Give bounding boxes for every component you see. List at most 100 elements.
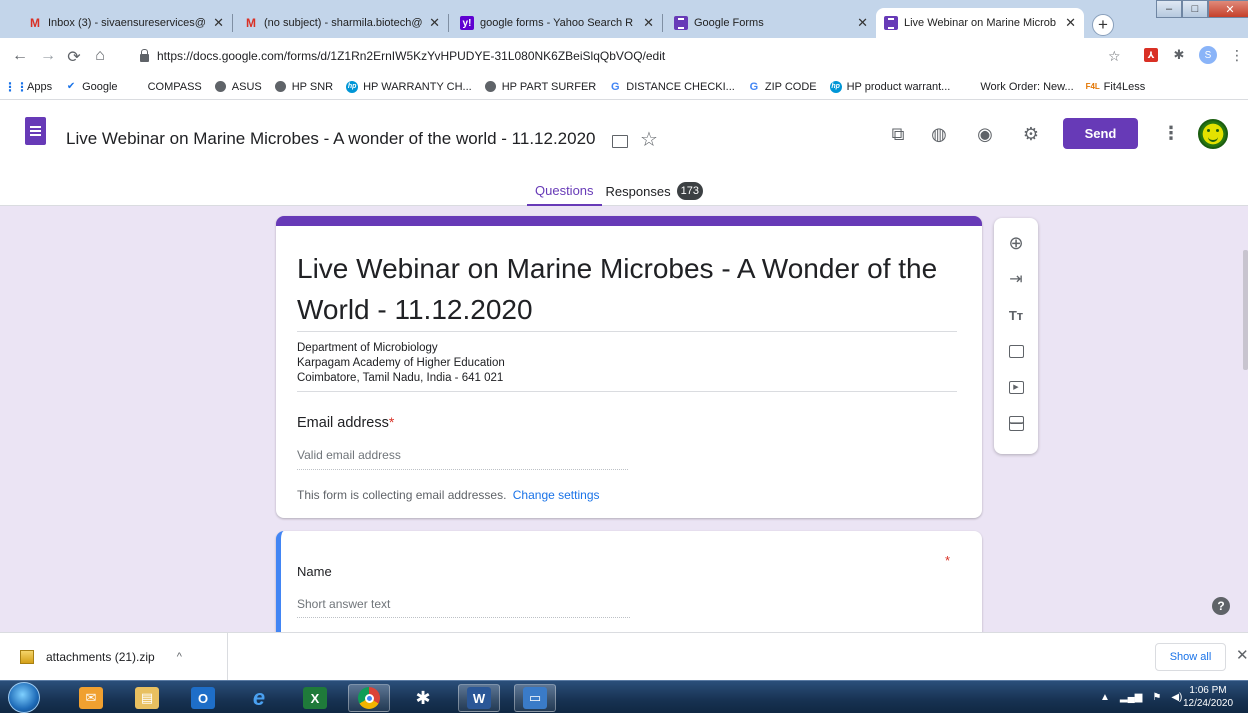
tab-inbox[interactable]: M Inbox (3) - sivaensureservices@ ✕ (20, 8, 232, 38)
folder-icon[interactable] (612, 135, 628, 148)
bookmark-work-order[interactable]: Work Order: New... (963, 81, 1073, 93)
form-heading[interactable]: Live Webinar on Marine Microbes - A Wond… (297, 248, 957, 330)
bookmark-hp-part-surfer[interactable]: HP PART SURFER (485, 81, 596, 93)
taskbar-paint[interactable]: ▭ (514, 684, 556, 712)
tab-responses[interactable]: Responses 173 (606, 182, 703, 200)
taskbar-bluetooth[interactable]: ✱ (402, 684, 444, 712)
scrollbar[interactable] (1243, 250, 1248, 370)
bookmark-distance-checker[interactable]: G DISTANCE CHECKI... (609, 81, 735, 93)
help-icon[interactable]: ? (1212, 597, 1230, 615)
change-settings-link[interactable]: Change settings (513, 488, 600, 502)
forward-button[interactable]: → (38, 47, 58, 65)
close-icon[interactable]: ✕ (1236, 646, 1248, 664)
check-icon: ✔ (66, 81, 76, 92)
bookmark-hp-warranty[interactable]: hp HP WARRANTY CH... (346, 80, 472, 93)
more-vert-icon[interactable]: ⋮ (1162, 123, 1180, 144)
tab-live-webinar[interactable]: Live Webinar on Marine Microb ✕ (876, 8, 1084, 38)
reload-button[interactable]: ⟳ (64, 47, 84, 67)
bookmark-hp-snr[interactable]: HP SNR (275, 81, 333, 93)
question-title[interactable]: Name (297, 564, 332, 579)
collecting-note-text: This form is collecting email addresses. (297, 488, 507, 502)
taskbar-word[interactable]: W (458, 684, 500, 712)
start-button[interactable] (8, 682, 40, 713)
outlook-icon: ✉ (79, 687, 103, 709)
tab-title: Inbox (3) - sivaensureservices@ (48, 17, 206, 29)
account-avatar[interactable] (1198, 119, 1228, 149)
tab-yahoo-search[interactable]: y! google forms - Yahoo Search R ✕ (452, 8, 662, 38)
extensions-puzzle-icon[interactable]: ✱ (1172, 47, 1186, 62)
new-tab-button[interactable]: + (1092, 14, 1114, 36)
hp-icon: hp (829, 80, 842, 93)
chevron-up-icon[interactable]: ^ (177, 651, 182, 663)
close-icon[interactable]: ✕ (643, 15, 654, 31)
home-button[interactable]: ⌂ (90, 47, 110, 65)
tab-google-forms[interactable]: Google Forms ✕ (666, 8, 876, 38)
profile-avatar[interactable]: S (1199, 46, 1217, 64)
settings-gear-icon[interactable]: ⚙ (1020, 123, 1042, 145)
tab-no-subject[interactable]: M (no subject) - sharmila.biotech@ ✕ (236, 8, 448, 38)
taskbar-excel[interactable]: X (294, 684, 336, 712)
bookmark-star-icon[interactable]: ☆ (1108, 48, 1121, 65)
url-text: https://docs.google.com/forms/d/1Z1Rn2Er… (157, 49, 666, 63)
url-field[interactable]: https://docs.google.com/forms/d/1Z1Rn2Er… (140, 44, 1135, 68)
taskbar-outlook[interactable]: ✉ (70, 684, 112, 712)
bookmark-fit4less[interactable]: F4L Fit4Less (1086, 81, 1146, 93)
show-all-button[interactable]: Show all (1155, 643, 1226, 671)
browser-menu-icon[interactable]: ⋮ (1230, 47, 1244, 63)
back-button[interactable]: ← (10, 47, 30, 65)
tab-separator (448, 14, 449, 32)
tab-questions[interactable]: Questions (527, 177, 602, 207)
add-video-icon[interactable]: ▶ (1005, 376, 1027, 398)
add-title-icon[interactable]: Tт (1005, 304, 1027, 326)
bookmark-hp-product-warranty[interactable]: hp HP product warrant... (829, 80, 950, 93)
show-hidden-icons[interactable]: ▲ (1100, 692, 1110, 703)
add-question-icon[interactable]: ⊕ (1005, 232, 1027, 254)
taskbar-ie[interactable]: e (238, 684, 280, 712)
bookmark-zip-code[interactable]: G ZIP CODE (748, 81, 817, 93)
forms-icon (674, 16, 688, 30)
add-image-icon[interactable] (1005, 340, 1027, 362)
preview-eye-icon[interactable]: ◉ (974, 123, 996, 145)
maximize-button[interactable]: □ (1182, 0, 1208, 18)
addons-puzzle-icon[interactable]: ⧉ (887, 123, 909, 145)
email-field[interactable]: Valid email address (297, 448, 401, 462)
pdf-extension-icon[interactable]: ⅄ (1144, 48, 1158, 62)
taskbar-chrome[interactable] (348, 684, 390, 712)
taskbar-clock[interactable]: 1:06 PM 12/24/2020 (1180, 684, 1236, 710)
close-window-button[interactable]: ✕ (1208, 0, 1248, 18)
taskbar-explorer[interactable]: ▤ (126, 684, 168, 712)
close-icon[interactable]: ✕ (1065, 15, 1076, 31)
form-title-card[interactable]: Live Webinar on Marine Microbes - A Wond… (276, 216, 982, 518)
minimize-button[interactable]: – (1156, 0, 1182, 18)
responses-count-badge: 173 (676, 182, 703, 200)
bookmark-apps[interactable]: ⋮⋮ Apps (4, 80, 52, 94)
required-asterisk: * (945, 553, 951, 568)
bookmark-google[interactable]: ✔ Google (65, 81, 118, 93)
form-description[interactable]: Department of Microbiology Karpagam Acad… (297, 341, 505, 386)
document-title[interactable]: Live Webinar on Marine Microbes - A wond… (66, 129, 596, 149)
window-controls: – □ ✕ (1156, 0, 1248, 20)
send-button[interactable]: Send (1063, 118, 1138, 149)
action-center-flag-icon[interactable]: ⚑ (1152, 692, 1161, 703)
question-card-name[interactable]: Name * Short answer text (276, 531, 982, 632)
bookmark-compass[interactable]: COMPASS (131, 81, 202, 93)
windows-taskbar: ✉ ▤ O e X ✱ W ▭ ▲ ▂▄▆ ⚑ ◀) 1:06 PM 12/24… (0, 680, 1248, 713)
download-item[interactable]: attachments (21).zip ^ (0, 633, 228, 680)
bookmark-asus[interactable]: ASUS (215, 81, 262, 93)
signal-icon[interactable]: ▂▄▆ (1120, 692, 1142, 703)
import-questions-icon[interactable]: ⇥ (1005, 268, 1027, 290)
tab-responses-label: Responses (605, 183, 671, 199)
close-icon[interactable]: ✕ (213, 15, 224, 31)
forms-header: Live Webinar on Marine Microbes - A wond… (0, 101, 1248, 207)
palette-icon[interactable]: ◍ (928, 123, 950, 145)
paint-icon: ▭ (523, 687, 547, 709)
google-forms-logo-icon[interactable] (25, 117, 46, 145)
taskbar-outlook-2[interactable]: O (182, 684, 224, 712)
close-icon[interactable]: ✕ (857, 15, 868, 31)
add-section-icon[interactable] (1005, 412, 1027, 434)
divider (297, 331, 957, 332)
globe-icon (485, 81, 497, 92)
star-icon[interactable]: ☆ (640, 127, 658, 152)
close-icon[interactable]: ✕ (429, 15, 440, 31)
description-line: Department of Microbiology (297, 342, 438, 354)
